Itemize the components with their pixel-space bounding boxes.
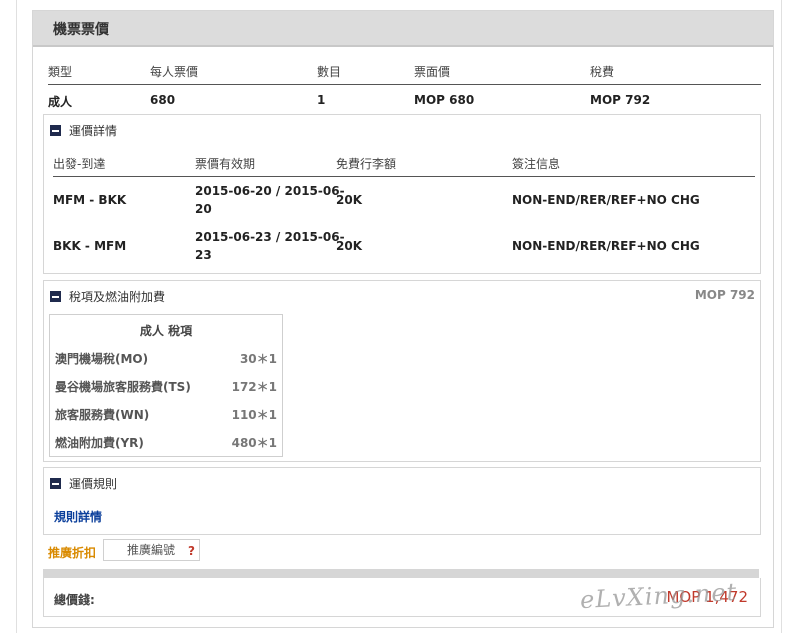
col-baggage: 免費行李額	[336, 157, 397, 171]
fare-details-title: 運價詳情	[69, 124, 118, 138]
card-title: 機票票價	[53, 22, 109, 38]
route: MFM - BKK	[53, 193, 127, 207]
validity-line-1: 2015-06-20 / 2015-06-	[195, 184, 345, 198]
fare-rules-panel: 運價規則 規則詳情	[43, 467, 761, 535]
collapse-icon[interactable]	[50, 125, 61, 136]
tax-name: 澳門機場稅(MO)	[55, 352, 149, 366]
cell-count: 1	[317, 93, 326, 107]
fare-rules-title: 運價規則	[69, 477, 118, 491]
endorsement: NON-END/RER/REF+NO CHG	[512, 193, 700, 207]
col-type: 類型	[48, 65, 73, 79]
taxes-total: MOP 792	[694, 288, 755, 302]
taxes-toggle[interactable]: 稅項及燃油附加費	[50, 288, 165, 304]
tax-item: 燃油附加費(YR) 480＊1	[55, 434, 277, 452]
validity-line-2: 20	[195, 202, 212, 216]
endorsement: NON-END/RER/REF+NO CHG	[512, 239, 700, 253]
total-bar	[43, 569, 759, 578]
collapse-icon[interactable]	[50, 291, 61, 302]
page-right-border	[781, 0, 782, 633]
tax-box-title: 成人 稅項	[139, 324, 193, 338]
tax-value: 110＊1	[231, 408, 277, 422]
baggage: 20K	[336, 193, 362, 207]
tax-name: 旅客服務費(WN)	[55, 408, 150, 422]
fare-details-toggle[interactable]: 運價詳情	[50, 122, 117, 138]
promo-code-input[interactable]: 推廣編號	[103, 539, 200, 561]
col-tax: 稅費	[590, 65, 615, 79]
taxes-panel: 稅項及燃油附加費 MOP 792 成人 稅項 澳門機場稅(MO) 30＊1 曼谷…	[43, 280, 761, 462]
route: BKK - MFM	[53, 239, 127, 253]
tax-name: 曼谷機場旅客服務費(TS)	[55, 380, 191, 394]
col-face-price: 票面價	[414, 65, 451, 79]
collapse-icon[interactable]	[50, 478, 61, 489]
col-validity: 票價有效期	[195, 157, 256, 171]
fare-table-header: 類型 每人票價 數目 票面價 稅費	[48, 63, 761, 83]
tax-item: 曼谷機場旅客服務費(TS) 172＊1	[55, 378, 277, 396]
col-price-per-person: 每人票價	[150, 65, 199, 79]
col-count: 數目	[317, 65, 342, 79]
tax-value: 172＊1	[231, 380, 277, 394]
rules-detail-link[interactable]: 規則詳情	[54, 508, 102, 525]
taxes-title: 稅項及燃油附加費	[69, 290, 166, 304]
tax-value: 30＊1	[239, 352, 277, 366]
total-label: 總價錢:	[54, 593, 95, 607]
tax-value: 480＊1	[231, 436, 277, 450]
tax-item: 澳門機場稅(MO) 30＊1	[55, 350, 277, 368]
tax-name: 燃油附加費(YR)	[55, 436, 144, 450]
page-left-border	[16, 0, 17, 633]
fare-details-panel: 運價詳情 出發-到達 票價有效期 免費行李額 簽注信息 MFM - BKK 20…	[43, 114, 761, 274]
cell-face-price: MOP 680	[414, 93, 475, 107]
promo-label: 推廣折扣	[48, 546, 97, 560]
fare-details-divider	[53, 176, 755, 177]
fare-card: 機票票價 類型 每人票價 數目 票面價 稅費 成人 680 1 MOP 680 …	[32, 10, 774, 628]
baggage: 20K	[336, 239, 362, 253]
promo-help-icon[interactable]: ?	[188, 544, 195, 558]
col-route: 出發-到達	[53, 157, 106, 171]
tax-item: 旅客服務費(WN) 110＊1	[55, 406, 277, 424]
fare-table-divider	[48, 84, 761, 85]
tax-breakdown-box: 成人 稅項 澳門機場稅(MO) 30＊1 曼谷機場旅客服務費(TS) 172＊1…	[49, 314, 283, 457]
cell-type: 成人	[48, 95, 73, 109]
validity-line-1: 2015-06-23 / 2015-06-	[195, 230, 345, 244]
card-header: 機票票價	[33, 11, 773, 47]
cell-price-per-person: 680	[150, 93, 176, 107]
validity-line-2: 23	[195, 248, 212, 262]
col-endorsement: 簽注信息	[512, 157, 561, 171]
fare-rules-toggle[interactable]: 運價規則	[50, 475, 117, 491]
cell-tax: MOP 792	[590, 93, 651, 107]
